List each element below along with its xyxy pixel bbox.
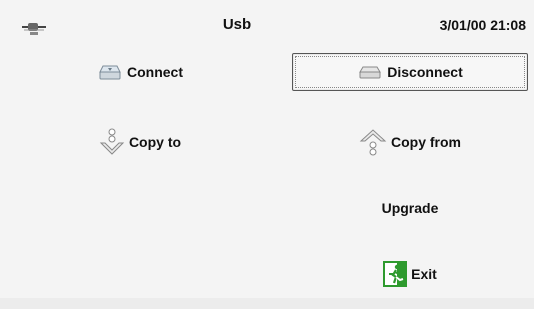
disconnect-label: Disconnect [387,64,463,80]
connect-button[interactable]: Connect [40,54,240,90]
copy-from-button[interactable]: Copy from [292,120,528,164]
copy-to-arrow-icon [99,128,125,155]
copy-to-label: Copy to [128,134,182,150]
connect-drive-icon [99,65,121,80]
connect-label: Connect [127,64,183,80]
upgrade-label: Upgrade [381,200,439,216]
exit-running-man-icon [383,261,408,287]
copy-from-arrow-icon [359,129,387,156]
upgrade-button[interactable]: Upgrade [292,190,528,226]
header-bar: Usb 3/01/00 21:08 [0,0,534,40]
exit-button[interactable]: Exit [292,256,528,292]
datetime-display: 3/01/00 21:08 [439,17,526,33]
disconnect-drive-icon [359,66,382,79]
copy-from-label: Copy from [391,134,461,150]
copy-to-button[interactable]: Copy to [40,120,240,164]
exit-label: Exit [411,266,437,282]
disconnect-button[interactable]: Disconnect [292,53,528,91]
bottom-bar [0,298,534,309]
